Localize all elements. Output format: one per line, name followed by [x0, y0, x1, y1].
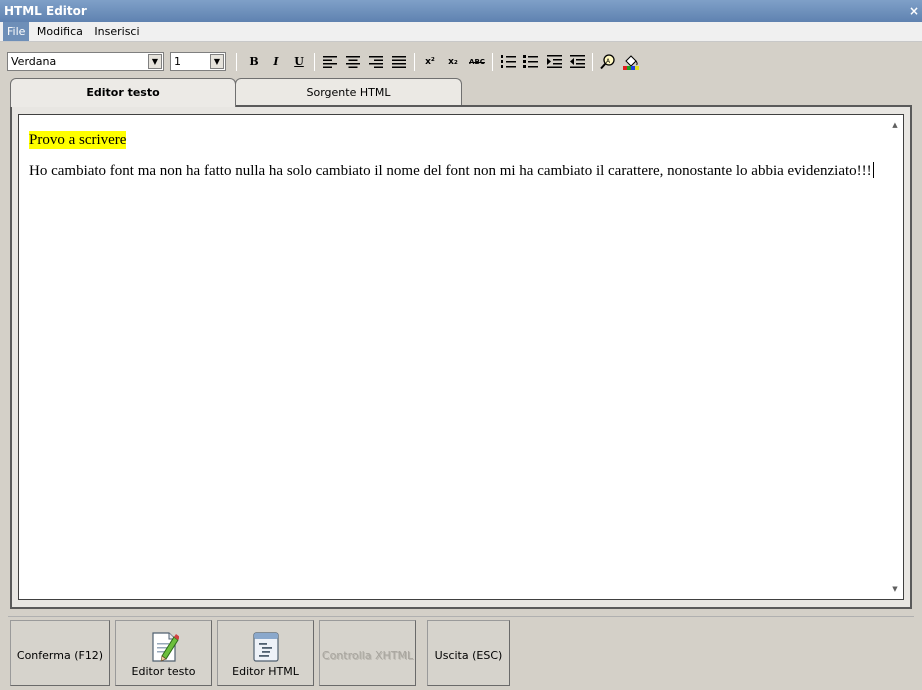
- toolbar-separator: [414, 53, 415, 71]
- superscript-button[interactable]: x²: [420, 52, 440, 71]
- align-left-button[interactable]: [320, 52, 340, 71]
- numbered-list-icon: [500, 55, 516, 68]
- text-editor-button[interactable]: Editor testo: [115, 620, 212, 686]
- toolbar-separator: [314, 53, 315, 71]
- text-editor-button-label: Editor testo: [131, 665, 196, 678]
- editor-tabs: Editor testo Sorgente HTML: [10, 78, 914, 107]
- editor-line-body-text: Ho cambiato font ma non ha fatto nulla h…: [29, 163, 872, 179]
- font-family-value: Verdana: [11, 55, 57, 68]
- html-editor-button-label: Editor HTML: [232, 665, 299, 678]
- indent-icon: [546, 55, 562, 68]
- html-document-icon: [252, 632, 279, 662]
- toolbar-separator: [236, 53, 237, 71]
- bottom-button-bar: Conferma (F12) Editor testo Editor HTML …: [8, 616, 914, 690]
- numbered-list-button[interactable]: [498, 52, 518, 71]
- chevron-down-icon[interactable]: ▼: [148, 54, 162, 69]
- font-size-value: 1: [174, 55, 181, 68]
- close-icon[interactable]: ×: [909, 0, 919, 22]
- text-color-button[interactable]: [621, 52, 641, 71]
- window-title-bar: HTML Editor ×: [0, 0, 922, 22]
- vertical-scrollbar[interactable]: ▲ ▼: [887, 115, 903, 599]
- text-caret: [872, 162, 874, 178]
- html-editor-button[interactable]: Editor HTML: [217, 620, 314, 686]
- menu-bar: File Modifica Inserisci: [0, 22, 922, 42]
- outdent-icon: [569, 55, 585, 68]
- menu-file[interactable]: File: [3, 22, 30, 41]
- exit-button-label: Uscita (ESC): [434, 649, 503, 662]
- scroll-up-icon[interactable]: ▲: [887, 117, 903, 133]
- confirm-button-label: Conferma (F12): [16, 649, 104, 662]
- menu-inserisci[interactable]: Inserisci: [90, 22, 143, 41]
- rich-text-editor[interactable]: Provo a scrivere Ho cambiato font ma non…: [18, 114, 904, 600]
- find-replace-button[interactable]: A: [598, 52, 618, 71]
- italic-button[interactable]: I: [266, 52, 286, 71]
- bold-button[interactable]: B: [244, 52, 264, 71]
- justify-button[interactable]: [389, 52, 409, 71]
- tab-sorgente-html[interactable]: Sorgente HTML: [235, 78, 462, 106]
- align-right-icon: [369, 55, 383, 68]
- editor-line-highlighted: Provo a scrivere: [29, 131, 127, 149]
- justify-icon: [392, 55, 406, 68]
- bullet-list-icon: [522, 55, 538, 68]
- align-left-icon: [323, 55, 337, 68]
- editor-frame: Provo a scrivere Ho cambiato font ma non…: [10, 105, 912, 609]
- bullet-list-button[interactable]: [520, 52, 540, 71]
- edit-document-icon: [151, 632, 179, 662]
- paint-bucket-icon: [623, 54, 639, 70]
- toolbar-separator: [592, 53, 593, 71]
- align-center-icon: [346, 55, 360, 68]
- chevron-down-icon[interactable]: ▼: [210, 54, 224, 69]
- font-size-select[interactable]: 1 ▼: [170, 52, 226, 71]
- strikethrough-button[interactable]: ABC: [467, 52, 487, 71]
- menu-modifica[interactable]: Modifica: [33, 22, 87, 41]
- editor-line-body: Ho cambiato font ma non ha fatto nulla h…: [29, 162, 879, 180]
- underline-button[interactable]: U: [289, 52, 309, 71]
- editor-content: Provo a scrivere Ho cambiato font ma non…: [29, 131, 879, 180]
- outdent-button[interactable]: [567, 52, 587, 71]
- check-xhtml-button[interactable]: Controlla XHTML: [319, 620, 416, 686]
- exit-button[interactable]: Uscita (ESC): [427, 620, 510, 686]
- subscript-button[interactable]: x₂: [443, 52, 463, 71]
- tab-editor-testo[interactable]: Editor testo: [10, 78, 236, 107]
- toolbar-separator: [492, 53, 493, 71]
- scroll-down-icon[interactable]: ▼: [887, 581, 903, 597]
- align-center-button[interactable]: [343, 52, 363, 71]
- confirm-button[interactable]: Conferma (F12): [10, 620, 110, 686]
- check-xhtml-button-label: Controlla XHTML: [321, 649, 414, 662]
- window-title: HTML Editor: [4, 4, 87, 18]
- magnifier-icon: A: [600, 53, 615, 69]
- font-family-select[interactable]: Verdana ▼: [7, 52, 164, 71]
- format-toolbar: Verdana ▼ 1 ▼ B I U x² x₂ ABC A: [0, 48, 922, 74]
- align-right-button[interactable]: [366, 52, 386, 71]
- indent-button[interactable]: [544, 52, 564, 71]
